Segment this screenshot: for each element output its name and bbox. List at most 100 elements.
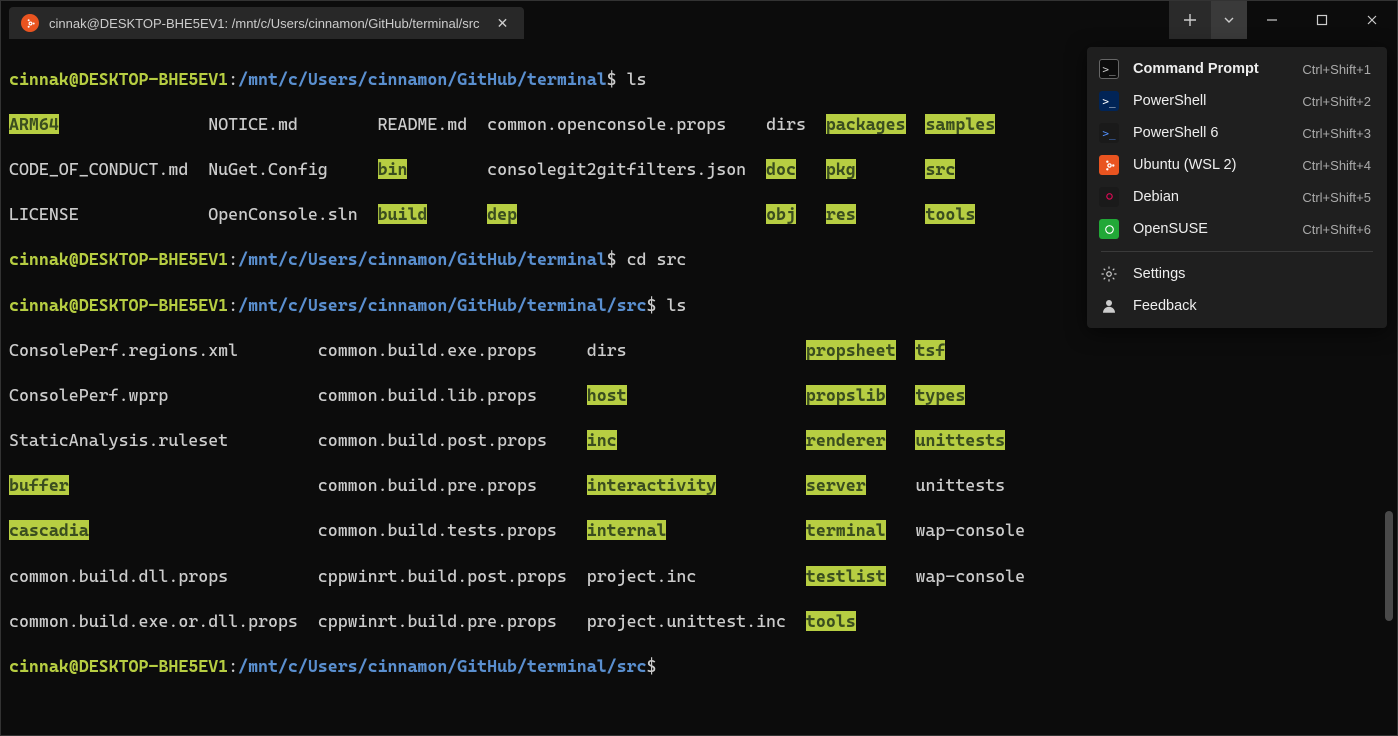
dir: cascadia [9, 520, 89, 540]
prompt-user: cinnak@DESKTOP-BHE5EV1 [9, 249, 228, 269]
file: LICENSE [9, 204, 79, 224]
command: ls [627, 69, 647, 89]
profiles-dropdown-button[interactable] [1211, 1, 1247, 39]
command: ls [666, 295, 686, 315]
titlebar: cinnak@DESKTOP-BHE5EV1: /mnt/c/Users/cin… [1, 1, 1397, 39]
ubuntu-icon [1099, 155, 1119, 175]
tab-title: cinnak@DESKTOP-BHE5EV1: /mnt/c/Users/cin… [49, 16, 480, 31]
ubuntu-icon [21, 14, 39, 32]
dir: buffer [9, 475, 69, 495]
file: NOTICE.md [208, 114, 298, 134]
menu-label: Settings [1133, 266, 1371, 282]
person-icon [1099, 296, 1119, 316]
powershell-icon: >_ [1099, 91, 1119, 111]
profiles-menu: >_ Command Prompt Ctrl+Shift+1 >_ PowerS… [1087, 47, 1387, 328]
dir: pkg [826, 159, 856, 179]
file: OpenConsole.sln [208, 204, 357, 224]
new-tab-button[interactable] [1169, 1, 1211, 39]
debian-icon [1099, 187, 1119, 207]
dir: build [378, 204, 428, 224]
dir: propsheet [806, 340, 896, 360]
dir: tsf [915, 340, 945, 360]
minimize-button[interactable] [1247, 1, 1297, 39]
menu-separator [1101, 251, 1373, 252]
file: CODE_OF_CONDUCT.md [9, 159, 188, 179]
menu-item-ubuntu[interactable]: Ubuntu (WSL 2) Ctrl+Shift+4 [1087, 149, 1387, 181]
prompt-path: /mnt/c/Users/cinnamon/GitHub/terminal [238, 249, 607, 269]
file: ConsolePerf.wprp [9, 385, 168, 405]
dir: internal [587, 520, 667, 540]
menu-shortcut: Ctrl+Shift+5 [1302, 190, 1371, 205]
menu-label: Command Prompt [1133, 61, 1288, 77]
file: dirs [587, 340, 627, 360]
file: unittests [915, 475, 1005, 495]
prompt-path: /mnt/c/Users/cinnamon/GitHub/terminal [238, 69, 607, 89]
file: common.openconsole.props [487, 114, 726, 134]
menu-item-powershell[interactable]: >_ PowerShell Ctrl+Shift+2 [1087, 85, 1387, 117]
file: common.build.exe.or.dll.props [9, 611, 298, 631]
prompt-path: /mnt/c/Users/cinnamon/GitHub/terminal/sr… [238, 295, 646, 315]
dir: doc [766, 159, 796, 179]
file: common.build.exe.props [318, 340, 537, 360]
dir: ARM64 [9, 114, 59, 134]
command: cd src [627, 249, 687, 269]
file: cppwinrt.build.pre.props [318, 611, 557, 631]
dir: bin [378, 159, 408, 179]
menu-item-debian[interactable]: Debian Ctrl+Shift+5 [1087, 181, 1387, 213]
tab-ubuntu[interactable]: cinnak@DESKTOP-BHE5EV1: /mnt/c/Users/cin… [9, 7, 524, 39]
scrollbar-thumb[interactable] [1385, 511, 1393, 621]
dir: server [806, 475, 866, 495]
window-controls [1169, 1, 1397, 39]
close-window-button[interactable] [1347, 1, 1397, 39]
dir: host [587, 385, 627, 405]
menu-shortcut: Ctrl+Shift+4 [1302, 158, 1371, 173]
dir: terminal [806, 520, 886, 540]
cmd-icon: >_ [1099, 59, 1119, 79]
dir: propslib [806, 385, 886, 405]
dir: packages [826, 114, 906, 134]
file: ConsolePerf.regions.xml [9, 340, 238, 360]
file: common.build.tests.props [318, 520, 557, 540]
dir: dep [487, 204, 517, 224]
gear-icon [1099, 264, 1119, 284]
prompt-user: cinnak@DESKTOP-BHE5EV1 [9, 69, 228, 89]
dir: interactivity [587, 475, 717, 495]
menu-item-command-prompt[interactable]: >_ Command Prompt Ctrl+Shift+1 [1087, 53, 1387, 85]
tab-close-button[interactable]: ✕ [494, 15, 512, 32]
file: common.build.lib.props [318, 385, 537, 405]
maximize-button[interactable] [1297, 1, 1347, 39]
tab-area: cinnak@DESKTOP-BHE5EV1: /mnt/c/Users/cin… [1, 1, 524, 39]
prompt-user: cinnak@DESKTOP-BHE5EV1 [9, 656, 228, 676]
file: wap-console [915, 566, 1025, 586]
file: StaticAnalysis.ruleset [9, 430, 228, 450]
menu-label: PowerShell [1133, 93, 1288, 109]
prompt-path: /mnt/c/Users/cinnamon/GitHub/terminal/sr… [238, 656, 646, 676]
menu-shortcut: Ctrl+Shift+2 [1302, 94, 1371, 109]
dir: tools [925, 204, 975, 224]
menu-shortcut: Ctrl+Shift+3 [1302, 126, 1371, 141]
menu-shortcut: Ctrl+Shift+1 [1302, 62, 1371, 77]
dir: renderer [806, 430, 886, 450]
file: common.build.dll.props [9, 566, 228, 586]
dir: types [915, 385, 965, 405]
powershell6-icon: >_ [1099, 123, 1119, 143]
menu-item-feedback[interactable]: Feedback [1087, 290, 1387, 322]
dir: src [925, 159, 955, 179]
menu-item-settings[interactable]: Settings [1087, 258, 1387, 290]
menu-label: Ubuntu (WSL 2) [1133, 157, 1288, 173]
dir: tools [806, 611, 856, 631]
dir: samples [925, 114, 995, 134]
menu-item-powershell-6[interactable]: >_ PowerShell 6 Ctrl+Shift+3 [1087, 117, 1387, 149]
file: project.unittest.inc [587, 611, 786, 631]
dir: testlist [806, 566, 886, 586]
menu-shortcut: Ctrl+Shift+6 [1302, 222, 1371, 237]
dir: obj [766, 204, 796, 224]
dir: unittests [915, 430, 1005, 450]
dir: res [826, 204, 856, 224]
file: consolegit2gitfilters.json [487, 159, 746, 179]
menu-label: PowerShell 6 [1133, 125, 1288, 141]
file: wap-console [915, 520, 1025, 540]
menu-item-opensuse[interactable]: OpenSUSE Ctrl+Shift+6 [1087, 213, 1387, 245]
prompt-user: cinnak@DESKTOP-BHE5EV1 [9, 295, 228, 315]
file: cppwinrt.build.post.props [318, 566, 567, 586]
